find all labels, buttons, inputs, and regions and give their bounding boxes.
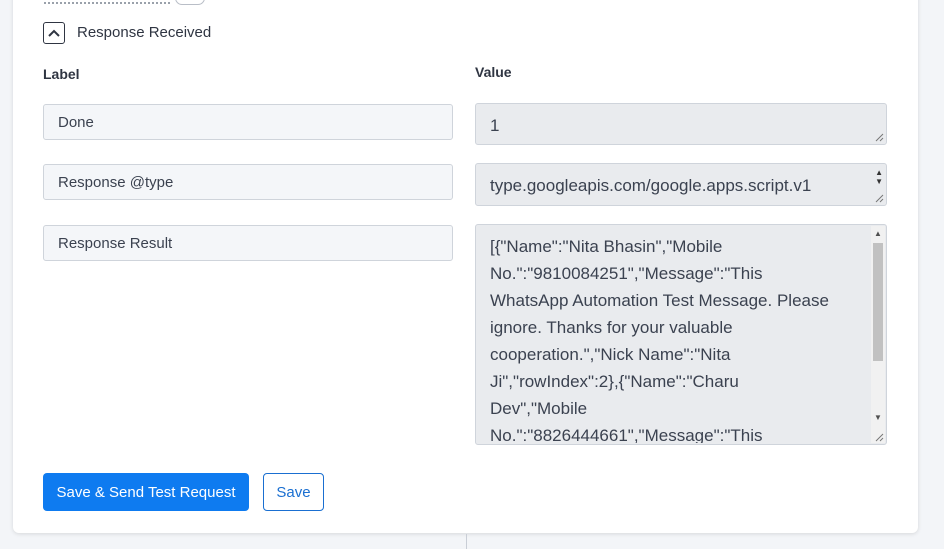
scrollbar[interactable]: ▲ ▼ bbox=[871, 226, 885, 443]
scrollbar-thumb[interactable] bbox=[873, 243, 883, 361]
section-title: Response Received bbox=[77, 24, 212, 41]
value-column-header: Value bbox=[475, 64, 512, 80]
label-field-done[interactable]: Done bbox=[43, 104, 453, 140]
divider-line bbox=[466, 534, 467, 549]
value-text-response-result: [{"Name":"Nita Bhasin","Mobile No.":"981… bbox=[490, 237, 829, 443]
resize-handle-icon[interactable] bbox=[875, 194, 884, 203]
top-toggle-switch[interactable] bbox=[175, 0, 205, 5]
top-partial-label bbox=[44, 0, 170, 4]
save-button[interactable]: Save bbox=[263, 473, 324, 511]
collapse-toggle-button[interactable] bbox=[43, 22, 65, 44]
resize-handle-icon[interactable] bbox=[875, 133, 884, 142]
value-field-response-type[interactable]: type.googleapis.com/google.apps.script.v… bbox=[475, 163, 887, 206]
resize-handle-icon[interactable] bbox=[875, 433, 884, 442]
spinner-arrows-icon[interactable]: ▲ ▼ bbox=[875, 168, 883, 186]
value-field-done[interactable]: 1 bbox=[475, 103, 887, 145]
label-column-header: Label bbox=[43, 66, 80, 82]
label-field-response-type[interactable]: Response @type bbox=[43, 164, 453, 200]
value-field-response-result[interactable]: [{"Name":"Nita Bhasin","Mobile No.":"981… bbox=[475, 224, 887, 445]
value-text-done: 1 bbox=[490, 116, 500, 135]
save-and-send-test-request-button[interactable]: Save & Send Test Request bbox=[43, 473, 249, 511]
scroll-down-icon[interactable]: ▼ bbox=[874, 414, 882, 422]
value-text-response-type: type.googleapis.com/google.apps.script.v… bbox=[490, 176, 812, 195]
chevron-up-icon bbox=[48, 24, 60, 42]
label-field-response-result[interactable]: Response Result bbox=[43, 225, 453, 261]
scroll-up-icon[interactable]: ▲ bbox=[874, 230, 882, 238]
